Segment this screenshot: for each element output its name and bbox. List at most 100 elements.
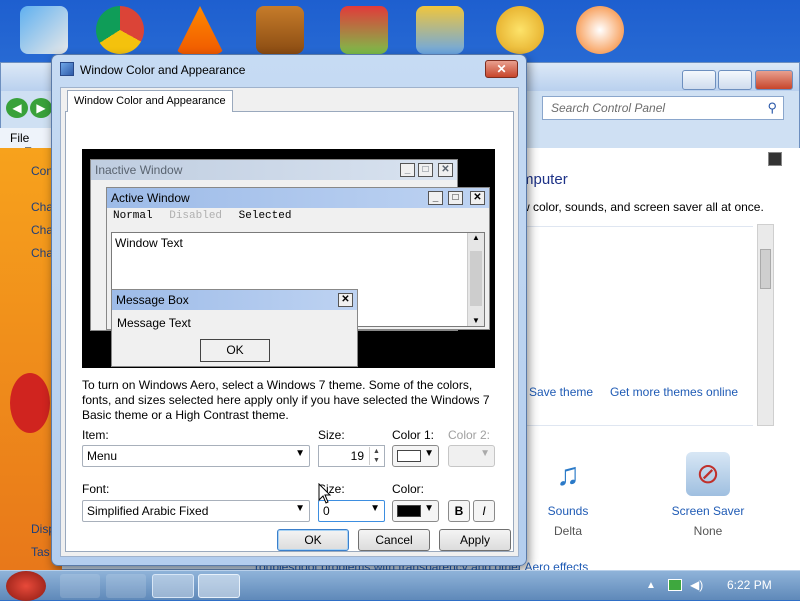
show-hidden-icons-icon[interactable]: ▲ (646, 580, 656, 591)
left-link-3[interactable]: Cha (31, 223, 53, 237)
start-button[interactable] (6, 571, 46, 601)
sounds-value: Delta (553, 524, 582, 538)
chevron-down-icon: ▼ (370, 503, 380, 514)
preview-menu-row: Normal Disabled Selected (107, 208, 489, 226)
font-size-value: 0 (323, 504, 330, 518)
item-size-spinner[interactable]: 19 ▲ ▼ (318, 445, 385, 467)
message-box-title: Message Box (116, 293, 189, 307)
screen-saver-icon: ⊘ (686, 452, 730, 496)
item-size-label: Size: (318, 428, 345, 442)
taskbar-explorer-icon[interactable] (60, 574, 100, 598)
chevron-down-icon: ▼ (295, 503, 305, 514)
search-icon[interactable]: ⚲ (767, 100, 777, 116)
font-value: Simplified Arabic Fixed (87, 504, 209, 518)
preview-scrollbar: ▲ ▼ (467, 233, 484, 326)
scroll-down-icon: ▼ (472, 316, 480, 325)
dialog-close-button[interactable]: ✕ (485, 60, 518, 78)
chevron-down-icon: ▼ (424, 503, 434, 514)
message-text: Message Text (117, 316, 191, 330)
color2-label: Color 2: (448, 428, 491, 442)
appearance-preview[interactable]: Inactive Window _ □ ✕ Active Window _ □ … (82, 149, 495, 368)
scroll-up-icon: ▲ (472, 233, 480, 242)
color1-swatch (397, 450, 421, 462)
color1-button[interactable]: ▼ (392, 445, 439, 467)
tab-window-color[interactable]: Window Color and Appearance (67, 90, 233, 112)
left-link-taskbar[interactable]: Tas (31, 545, 50, 559)
dialog-body: Inactive Window _ □ ✕ Active Window _ □ … (60, 87, 519, 557)
angry-birds-desktop-icon[interactable] (340, 6, 388, 54)
scroll-thumb[interactable] (760, 249, 771, 289)
message-box-ok-button: OK (200, 339, 270, 362)
screen-saver-label: Screen Saver (671, 504, 745, 518)
font-color-swatch (397, 505, 421, 517)
computer-desktop-icon[interactable] (20, 6, 68, 54)
taskbar-control-panel-icon[interactable] (152, 574, 194, 598)
control-panel-maximize-button[interactable] (718, 70, 752, 90)
dialog-title: Window Color and Appearance (80, 63, 246, 77)
personalization-description: w color, sounds, and screen saver all at… (521, 200, 764, 214)
yahoo-messenger-desktop-icon[interactable] (496, 6, 544, 54)
angry-birds-rio-desktop-icon[interactable] (416, 6, 464, 54)
cancel-button[interactable]: Cancel (358, 529, 430, 551)
nav-buttons: ◀ ▶ (6, 98, 54, 118)
close-icon: ✕ (470, 191, 485, 205)
left-link-1[interactable]: Con (31, 164, 53, 178)
control-panel-minimize-button[interactable] (682, 70, 716, 90)
get-more-themes-link[interactable]: Get more themes online (610, 385, 738, 399)
spinner-arrows-icon[interactable]: ▲ ▼ (369, 447, 383, 465)
chevron-down-icon: ▼ (480, 448, 490, 459)
italic-button[interactable]: I (473, 500, 495, 522)
taskbar: ▲ ◀) 6:22 PM (0, 570, 800, 601)
bold-button[interactable]: B (448, 500, 470, 522)
apply-button[interactable]: Apply (439, 529, 511, 551)
color1-label: Color 1: (392, 428, 435, 442)
font-select[interactable]: Simplified Arabic Fixed ▼ (82, 500, 310, 522)
sounds-item[interactable]: ♫ Sounds Delta (536, 452, 600, 538)
menu-disabled: Disabled (169, 210, 223, 222)
angry-bird-wallpaper-image (10, 373, 50, 433)
menu-selected: Selected (238, 210, 292, 222)
help-icon[interactable] (768, 152, 782, 166)
lightning-desktop-icon[interactable] (576, 6, 624, 54)
clock[interactable]: 6:22 PM (727, 578, 772, 592)
left-link-2[interactable]: Cha (31, 200, 53, 214)
ok-button[interactable]: OK (277, 529, 349, 551)
control-panel-close-button[interactable] (755, 70, 793, 90)
forward-arrow-icon[interactable]: ▶ (30, 98, 52, 118)
theme-scrollbar[interactable] (757, 224, 774, 426)
font-color-label: Color: (392, 482, 425, 496)
music-notes-icon: ♫ (556, 456, 580, 492)
left-link-4[interactable]: Cha (31, 246, 53, 260)
menu-file[interactable]: File (10, 131, 29, 145)
close-icon: ✕ (338, 293, 353, 307)
volume-icon[interactable]: ◀) (690, 578, 703, 592)
dialog-title-icon (60, 62, 74, 76)
sounds-label: Sounds (547, 504, 589, 518)
maximize-icon: □ (418, 163, 433, 177)
window-color-dialog: Window Color and Appearance ✕ Inactive W… (51, 54, 527, 566)
chevron-down-icon: ▼ (424, 448, 434, 459)
active-window-title: Active Window (111, 191, 190, 205)
item-select[interactable]: Menu ▼ (82, 445, 310, 467)
back-arrow-icon[interactable]: ◀ (6, 98, 28, 118)
taskbar-chrome-icon[interactable] (106, 574, 146, 598)
briefcase-desktop-icon[interactable] (256, 6, 304, 54)
item-value: Menu (87, 449, 118, 463)
color2-button[interactable]: ▼ (448, 445, 495, 467)
vlc-desktop-icon[interactable] (176, 6, 224, 54)
taskbar-dialog-icon[interactable] (198, 574, 240, 598)
save-theme-link[interactable]: Save theme (529, 385, 593, 399)
window-text: Window Text (115, 236, 183, 250)
font-color-button[interactable]: ▼ (392, 500, 439, 522)
font-label: Font: (82, 482, 110, 496)
personalization-heading: mputer (521, 171, 568, 188)
screen-saver-item[interactable]: ⊘ Screen Saver None (668, 452, 748, 538)
chrome-desktop-icon[interactable] (96, 6, 144, 54)
tab-panel: Inactive Window _ □ ✕ Active Window _ □ … (65, 111, 514, 552)
close-icon: ✕ (438, 163, 453, 177)
aero-info-text: To turn on Windows Aero, select a Window… (82, 378, 490, 422)
network-icon[interactable] (668, 579, 682, 591)
search-input[interactable]: Search Control Panel ⚲ (542, 96, 784, 120)
search-placeholder: Search Control Panel (551, 101, 666, 115)
item-label: Item: (82, 428, 109, 442)
